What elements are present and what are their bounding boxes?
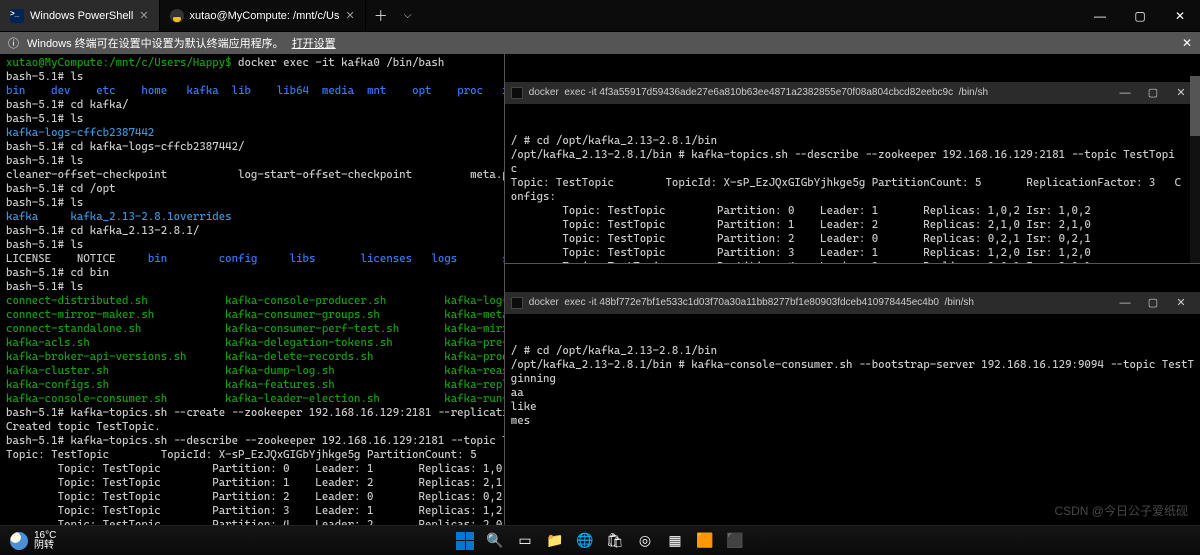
vmware-button[interactable]: ▦ — [662, 528, 688, 554]
app-button[interactable]: 🟧 — [692, 528, 718, 554]
info-icon: ⓘ — [8, 35, 19, 51]
start-button[interactable] — [452, 528, 478, 554]
watermark-text: CSDN @今日公子爱纸砚 — [1054, 502, 1188, 519]
pane-title-text: docker exec -it 48bf772e7bf1e533c1d03f70… — [529, 296, 974, 310]
pane-title-bar: docker exec -it 4f3a55917d59436ade27e6a8… — [505, 82, 1200, 104]
weather-desc: 阴转 — [34, 541, 56, 551]
powershell-icon: >_ — [10, 9, 24, 23]
store-button[interactable]: 🛍 — [602, 528, 628, 554]
task-view-button[interactable]: ▭ — [512, 528, 538, 554]
cmd-icon — [511, 297, 523, 309]
weather-temp: 16°C — [34, 531, 56, 541]
pane-title-bar: docker exec -it 48bf772e7bf1e533c1d03f70… — [505, 292, 1200, 314]
taskbar-center: 🔍 ▭ 📁 🌐 🛍 ◎ ▦ 🟧 ⬛ — [452, 528, 748, 554]
default-terminal-infobar: ⓘ Windows 终端可在设置中设置为默认终端应用程序。 打开设置 ✕ — [0, 32, 1200, 54]
maximize-button[interactable]: ▢ — [1140, 296, 1166, 310]
terminal-pane-right-bottom[interactable]: docker exec -it 48bf772e7bf1e533c1d03f70… — [505, 264, 1200, 525]
terminal-workspace: xutao@MyCompute:/mnt/c/Users/Happy$ dock… — [0, 54, 1200, 525]
weather-widget[interactable]: 16°C 阴转 — [0, 531, 66, 551]
scrollbar-thumb[interactable] — [1190, 76, 1200, 136]
weather-icon — [10, 532, 28, 550]
tab-bar: >_ Windows PowerShell ✕ xutao@MyCompute:… — [0, 0, 1200, 32]
search-button[interactable]: 🔍 — [482, 528, 508, 554]
linux-icon — [170, 9, 184, 23]
minimize-button[interactable]: — — [1112, 296, 1138, 310]
tab-powershell[interactable]: >_ Windows PowerShell ✕ — [0, 0, 160, 31]
tab-dropdown-button[interactable]: ⌵ — [396, 0, 420, 31]
close-window-button[interactable]: ✕ — [1160, 0, 1200, 31]
infobar-close-icon[interactable]: ✕ — [1182, 36, 1192, 50]
open-settings-link[interactable]: 打开设置 — [292, 35, 336, 51]
edge-button[interactable]: 🌐 — [572, 528, 598, 554]
pane-title-text: docker exec -it 4f3a55917d59436ade27e6a8… — [529, 86, 988, 100]
close-window-button[interactable]: ✕ — [1168, 296, 1194, 310]
chrome-button[interactable]: ◎ — [632, 528, 658, 554]
close-icon[interactable]: ✕ — [345, 9, 354, 22]
maximize-button[interactable]: ▢ — [1140, 86, 1166, 100]
minimize-button[interactable]: — — [1080, 0, 1120, 31]
minimize-button[interactable]: — — [1112, 86, 1138, 100]
new-tab-button[interactable]: ＋ — [366, 0, 396, 31]
terminal-right-split: docker exec -it 4f3a55917d59436ade27e6a8… — [504, 54, 1200, 525]
tab-wsl[interactable]: xutao@MyCompute: /mnt/c/Us ✕ — [160, 0, 366, 31]
terminal-button[interactable]: ⬛ — [722, 528, 748, 554]
cmd-icon — [511, 87, 523, 99]
terminal-pane-right-top[interactable]: docker exec -it 4f3a55917d59436ade27e6a8… — [505, 54, 1200, 264]
infobar-text: Windows 终端可在设置中设置为默认终端应用程序。 — [27, 35, 284, 51]
maximize-button[interactable]: ▢ — [1120, 0, 1160, 31]
terminal-pane-left[interactable]: xutao@MyCompute:/mnt/c/Users/Happy$ dock… — [0, 54, 504, 525]
tab-label: Windows PowerShell — [30, 10, 133, 22]
close-icon[interactable]: ✕ — [139, 9, 148, 22]
explorer-button[interactable]: 📁 — [542, 528, 568, 554]
taskbar: 16°C 阴转 🔍 ▭ 📁 🌐 🛍 ◎ ▦ 🟧 ⬛ — [0, 525, 1200, 555]
tab-label: xutao@MyCompute: /mnt/c/Us — [190, 10, 340, 22]
